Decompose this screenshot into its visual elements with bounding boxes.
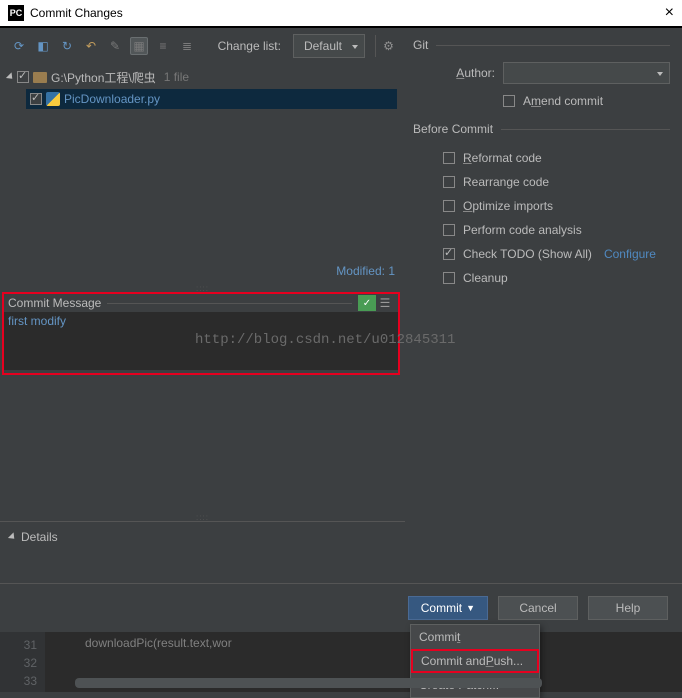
todo-label: Check TODO (Show All) (463, 247, 592, 261)
rearrange-checkbox[interactable] (443, 176, 455, 188)
author-select[interactable] (503, 62, 670, 84)
edit-icon[interactable]: ✎ (106, 37, 124, 55)
tree-file-row[interactable]: PicDownloader.py (26, 89, 397, 109)
splitter-grip-2[interactable]: :::: (0, 513, 405, 521)
author-label: Author: (443, 66, 495, 80)
chevron-down-icon[interactable] (6, 72, 15, 81)
rearrange-label: Rearrange code (463, 175, 549, 189)
toolbar: ⟳ ◧ ↻ ↶ ✎ ▦ ≡ ≣ Change list: Default ⚙ (0, 28, 405, 63)
root-file-count: 1 file (164, 70, 189, 84)
folder-icon (33, 72, 47, 83)
splitter-grip[interactable]: :::: (0, 284, 405, 292)
change-list-label: Change list: (218, 39, 281, 53)
details-label: Details (21, 530, 58, 544)
modified-count: Modified: 1 (0, 258, 405, 284)
cleanup-label: Cleanup (463, 271, 508, 285)
window-title: Commit Changes (30, 6, 123, 20)
title-bar: PC Commit Changes × (0, 0, 682, 27)
reformat-label: Reformat code (463, 151, 542, 165)
before-commit-header: Before Commit (413, 122, 670, 136)
code-strip: 313233 downloadPic(result.text,wor (0, 632, 682, 692)
commit-message-section: Commit Message ✓ ☰ (2, 292, 400, 375)
line-gutter: 313233 (0, 632, 45, 692)
horizontal-scrollbar[interactable] (75, 678, 542, 688)
code-area: downloadPic(result.text,wor (45, 632, 682, 692)
optimize-label: Optimize imports (463, 199, 553, 213)
reformat-checkbox[interactable] (443, 152, 455, 164)
python-file-icon (46, 92, 60, 106)
file-name: PicDownloader.py (64, 92, 160, 106)
help-button[interactable]: Help (588, 596, 668, 620)
refresh-icon[interactable]: ⟳ (10, 37, 28, 55)
gear-icon[interactable]: ⚙ (375, 35, 395, 57)
change-list-select[interactable]: Default (293, 34, 365, 58)
commit-button[interactable]: Commit▼ (408, 596, 488, 620)
amend-label: Amend commit (523, 94, 603, 108)
chevron-down-icon (8, 532, 17, 541)
root-path: G:\Python工程\爬虫 (51, 69, 156, 86)
cleanup-checkbox[interactable] (443, 272, 455, 284)
commit-message-empty-area (0, 375, 405, 513)
amend-checkbox[interactable] (503, 95, 515, 107)
history-icon[interactable]: ☰ (376, 295, 394, 311)
group-icon[interactable]: ▦ (130, 37, 148, 55)
commit-message-title: Commit Message (8, 296, 101, 310)
git-section-header: Git (413, 38, 670, 52)
app-icon: PC (8, 5, 24, 21)
close-icon[interactable]: × (665, 4, 674, 22)
button-row: Commit▼ Cancel Help Commit Commit and Pu… (0, 583, 682, 632)
configure-link[interactable]: Configure (604, 247, 656, 261)
analysis-checkbox[interactable] (443, 224, 455, 236)
details-row[interactable]: Details (0, 521, 405, 552)
file-tree: G:\Python工程\爬虫 1 file PicDownloader.py (0, 63, 405, 258)
optimize-checkbox[interactable] (443, 200, 455, 212)
analysis-label: Perform code analysis (463, 223, 582, 237)
file-checkbox[interactable] (30, 93, 42, 105)
undo-icon[interactable]: ↶ (82, 37, 100, 55)
sync-icon[interactable]: ↻ (58, 37, 76, 55)
diff-icon[interactable]: ◧ (34, 37, 52, 55)
tree-root[interactable]: G:\Python工程\爬虫 1 file (8, 67, 397, 87)
root-checkbox[interactable] (17, 71, 29, 83)
cancel-button[interactable]: Cancel (498, 596, 578, 620)
collapse-icon[interactable]: ≣ (178, 37, 196, 55)
expand-icon[interactable]: ≡ (154, 37, 172, 55)
todo-checkbox[interactable] (443, 248, 455, 260)
commit-message-input[interactable] (4, 312, 398, 370)
spellcheck-icon[interactable]: ✓ (358, 295, 376, 311)
